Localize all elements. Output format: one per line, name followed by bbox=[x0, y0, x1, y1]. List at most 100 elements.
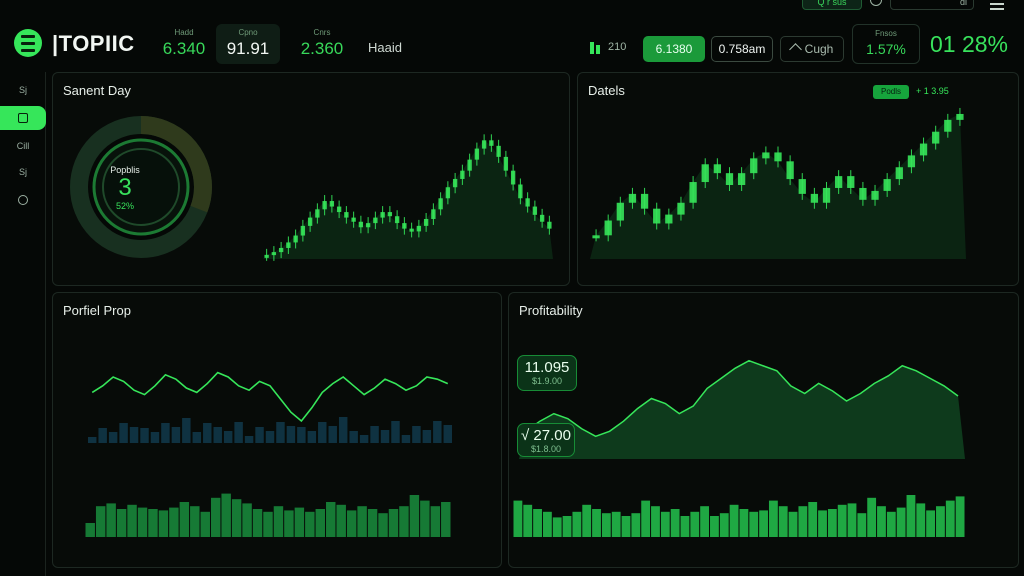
top-filter-pill[interactable]: Q r sus bbox=[802, 0, 862, 10]
volume-bar bbox=[391, 421, 400, 443]
bar bbox=[955, 496, 965, 537]
bar bbox=[572, 511, 582, 537]
sidebar-item-dashboard[interactable] bbox=[0, 106, 46, 130]
bar bbox=[513, 500, 523, 537]
volume-bar bbox=[255, 427, 264, 443]
bar bbox=[542, 511, 552, 537]
bar bbox=[611, 511, 621, 537]
panel-porfiel-prop: Porfiel Prop bbox=[52, 292, 502, 568]
volume-bar bbox=[140, 428, 149, 443]
candle-body bbox=[932, 131, 940, 144]
home-icon bbox=[788, 42, 802, 56]
price-button[interactable]: 6.1380 bbox=[643, 36, 705, 62]
sidebar-item-settings[interactable] bbox=[0, 188, 46, 212]
settings-icon bbox=[18, 195, 28, 205]
logo-icon bbox=[14, 29, 42, 57]
top-search-field[interactable]: di bbox=[890, 0, 974, 10]
menu-icon[interactable] bbox=[990, 0, 1004, 13]
candle-body bbox=[336, 206, 342, 213]
volume-bar bbox=[182, 418, 191, 443]
callout-value: 11.095 bbox=[524, 359, 570, 376]
bar bbox=[273, 506, 284, 537]
bar bbox=[631, 513, 641, 537]
series-line bbox=[91, 371, 449, 423]
candle-body bbox=[358, 221, 364, 228]
candle-body bbox=[640, 193, 649, 209]
candle-body bbox=[665, 214, 673, 224]
bar bbox=[847, 503, 857, 537]
area-fill bbox=[590, 113, 966, 260]
stat-value: 91.91 bbox=[226, 39, 270, 58]
callout-value: √ 27.00 bbox=[521, 427, 571, 444]
candle-body bbox=[329, 201, 335, 207]
candle-body bbox=[689, 182, 697, 203]
candle-body bbox=[677, 202, 685, 215]
profitability-area-chart bbox=[519, 359, 965, 459]
series bbox=[590, 107, 966, 260]
candle-body bbox=[847, 176, 855, 188]
bar bbox=[221, 493, 231, 537]
series bbox=[88, 371, 452, 443]
panel-sanent-day: Sanent Day Popblis 3 52% bbox=[52, 72, 570, 286]
stat-box-cpno: Cpno 91.91 bbox=[216, 24, 280, 64]
sidebar-item-chart[interactable]: Cill bbox=[0, 134, 46, 158]
bar bbox=[651, 506, 660, 537]
bar bbox=[808, 502, 818, 537]
bar bbox=[533, 509, 542, 537]
candle-body bbox=[423, 218, 429, 226]
candle-body bbox=[510, 170, 516, 185]
volume-bar bbox=[171, 427, 181, 443]
sidebar-item-image[interactable]: Sj bbox=[0, 160, 46, 184]
candle-body bbox=[286, 242, 291, 248]
crash-button[interactable]: Cugh bbox=[780, 36, 844, 62]
bar bbox=[710, 516, 719, 537]
candle-body bbox=[300, 225, 306, 236]
candle-body bbox=[278, 247, 284, 253]
profitability-bar-chart bbox=[513, 495, 965, 537]
candle-body bbox=[373, 217, 378, 224]
area-fill bbox=[519, 360, 965, 459]
hash-label: Haaid bbox=[368, 40, 402, 55]
stat-label: Cpno bbox=[238, 28, 258, 37]
bar bbox=[326, 502, 336, 537]
candle-body bbox=[653, 208, 661, 224]
candle-body bbox=[409, 228, 414, 232]
candle-body bbox=[322, 201, 327, 210]
bar bbox=[116, 509, 127, 537]
bar bbox=[378, 513, 388, 537]
time-button[interactable]: 0.758am bbox=[711, 36, 773, 62]
candle-body bbox=[786, 161, 794, 180]
bar bbox=[867, 497, 877, 537]
candle-body bbox=[307, 217, 313, 226]
callout-low: √ 27.00 $1.8.00 bbox=[517, 423, 575, 457]
candle-body bbox=[883, 179, 891, 191]
volume-bar bbox=[422, 430, 432, 443]
top-bar: Q r sus di |TOPIIC Hadd 6.340 Cpno 91.91… bbox=[0, 0, 1024, 70]
bar bbox=[252, 509, 263, 537]
candle-body bbox=[365, 223, 371, 228]
sidebar-item-label: Sj bbox=[18, 167, 27, 177]
bar bbox=[896, 507, 906, 537]
bar bbox=[388, 509, 399, 537]
candle-body bbox=[592, 235, 600, 239]
bar bbox=[641, 500, 651, 537]
sidebar-item-grid[interactable]: Sj bbox=[0, 78, 46, 102]
candle-body bbox=[774, 152, 782, 162]
bar bbox=[827, 509, 837, 537]
bar bbox=[305, 511, 315, 537]
candle-body bbox=[956, 113, 964, 120]
datels-chart bbox=[590, 107, 966, 260]
bar bbox=[749, 511, 759, 537]
candle-body bbox=[315, 209, 320, 218]
candle-body bbox=[474, 148, 480, 160]
bar bbox=[700, 506, 710, 537]
candle-body bbox=[438, 198, 443, 210]
donut-percent: 52% bbox=[115, 201, 134, 211]
search-icon[interactable] bbox=[870, 0, 882, 6]
bar bbox=[346, 510, 357, 537]
candle-body bbox=[604, 220, 612, 236]
stat-box-hadd: Hadd 6.340 bbox=[152, 24, 216, 64]
stat-label: Hadd bbox=[174, 28, 194, 37]
porfiel-line-chart bbox=[88, 371, 452, 443]
bar bbox=[788, 511, 798, 537]
